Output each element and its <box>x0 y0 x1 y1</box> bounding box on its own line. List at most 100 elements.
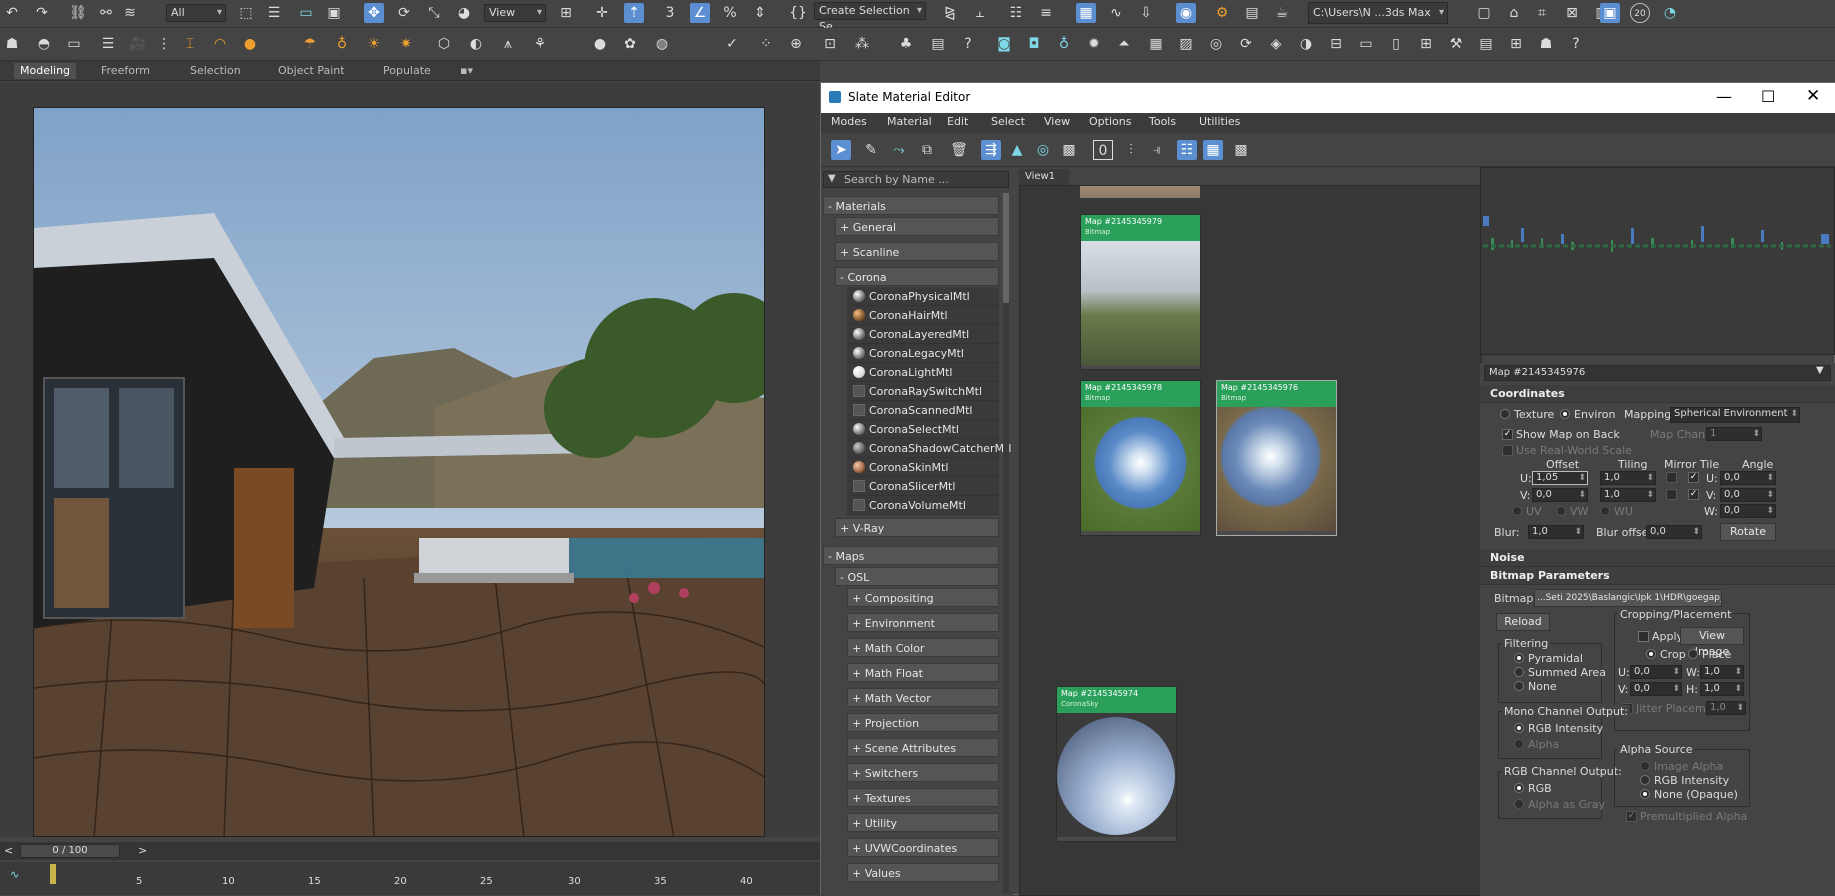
tab-freeform[interactable]: Freeform <box>101 63 150 79</box>
mirror-v-checkbox[interactable] <box>1666 489 1677 500</box>
show-map-on-back-checkbox[interactable]: ✓ <box>1502 429 1513 440</box>
category-uvw-coordinates[interactable]: + UVWCoordinates <box>847 838 999 857</box>
link-icon[interactable]: ⛓ <box>68 3 88 23</box>
corona-light-icon[interactable]: ☂ <box>300 34 320 54</box>
prev-frame-icon[interactable]: < <box>4 844 13 857</box>
wu-radio[interactable] <box>1600 506 1610 516</box>
filter-pyramidal-radio[interactable] <box>1514 653 1524 663</box>
edit-named-selections-icon[interactable]: {} <box>788 3 808 23</box>
container-icon[interactable]: ◓ <box>34 34 54 54</box>
sun-light-icon[interactable]: ● <box>240 34 260 54</box>
pine-icon[interactable]: ⏶ <box>1114 34 1134 54</box>
category-vray[interactable]: + V-Ray <box>835 518 999 537</box>
crop-w-spinner[interactable]: 1,0 <box>1700 665 1744 679</box>
project-folder-icon[interactable]: ▢ <box>1474 3 1494 23</box>
search-field[interactable]: ▼ Search by Name ... <box>823 171 1009 188</box>
category-math-color[interactable]: + Math Color <box>847 638 999 657</box>
tab-selection[interactable]: Selection <box>190 63 241 79</box>
select-by-name-icon[interactable]: ☰ <box>264 3 284 23</box>
mirror-icon[interactable]: ⧎ <box>940 3 960 23</box>
material-item[interactable]: CoronaSelectMtl <box>847 420 999 439</box>
rollout-bitmap-parameters[interactable]: Bitmap Parameters <box>1480 567 1835 585</box>
vw-radio[interactable] <box>1556 506 1566 516</box>
cam-b-icon[interactable]: ◘ <box>1024 34 1044 54</box>
rendered-frame-window-icon[interactable]: ▤ <box>1242 3 1262 23</box>
slots-icon[interactable]: ▯ <box>1386 34 1406 54</box>
render-production-icon[interactable]: ☕ <box>1272 3 1292 23</box>
category-switchers[interactable]: + Switchers <box>847 763 999 782</box>
rollout-coordinates[interactable]: Coordinates <box>1480 385 1835 403</box>
rgb-rgb-radio[interactable] <box>1514 783 1524 793</box>
show-map-in-viewport-icon[interactable]: ◎ <box>1033 140 1053 160</box>
maximize-icon[interactable]: ☐ <box>1761 87 1775 106</box>
scrollbar-thumb[interactable] <box>1003 193 1009 303</box>
alpha-image-radio[interactable] <box>1640 761 1650 771</box>
node-partial[interactable] <box>1080 186 1200 198</box>
pivot-center-icon[interactable]: ⊞ <box>556 3 576 23</box>
perspective-viewport[interactable] <box>33 107 765 837</box>
question-icon[interactable]: ? <box>958 34 978 54</box>
category-general[interactable]: + General <box>835 217 999 236</box>
select-tool-icon[interactable]: ➤ <box>831 140 851 160</box>
scene-explorer-icon[interactable]: ☷ <box>1006 3 1026 23</box>
unlink-icon[interactable]: ⚯ <box>96 3 116 23</box>
time-slider[interactable]: < 0 / 100 > <box>0 842 820 860</box>
category-projection[interactable]: + Projection <box>847 713 999 732</box>
ribbon-options-icon[interactable]: ▪▾ <box>460 63 473 79</box>
tile-icon[interactable]: ⊞ <box>1416 34 1436 54</box>
track-bar[interactable]: ∿ 5 10 15 20 25 30 35 40 <box>0 862 820 895</box>
frame-buffer-icon[interactable]: ▨ <box>1176 34 1196 54</box>
selection-filter-dropdown[interactable]: All <box>166 4 226 22</box>
mono-rgb-radio[interactable] <box>1514 723 1524 733</box>
assign-material-icon[interactable]: ⤳ <box>889 140 909 160</box>
category-corona[interactable]: - Corona <box>835 267 999 286</box>
redo-icon[interactable]: ↷ <box>32 3 52 23</box>
tripod-icon[interactable]: ⩚ <box>498 34 518 54</box>
render-setup-icon[interactable]: ⚙ <box>1212 3 1232 23</box>
category-scanline[interactable]: + Scanline <box>835 242 999 261</box>
frame-slider-thumb[interactable]: 0 / 100 <box>20 844 120 858</box>
material-item[interactable]: CoronaScannedMtl <box>847 401 999 420</box>
toggle-ribbon-icon[interactable]: ▦ <box>1076 3 1096 23</box>
category-materials[interactable]: - Materials <box>823 196 999 215</box>
crop-tool-icon[interactable]: ⌗ <box>1532 3 1552 23</box>
percent-snap-icon[interactable]: % <box>720 3 740 23</box>
keyboard-shortcut-override-icon[interactable]: ⇡ <box>624 3 644 23</box>
angle-v-spinner[interactable]: 0,0 <box>1720 488 1776 502</box>
select-object-icon[interactable]: ⬚ <box>236 3 256 23</box>
save-icon[interactable]: ▣ <box>1600 3 1620 23</box>
snapshot-icon[interactable]: ⊡ <box>820 34 840 54</box>
crop-v-spinner[interactable]: 0,0 <box>1630 682 1682 696</box>
mono-alpha-radio[interactable] <box>1514 739 1524 749</box>
render-elements-icon[interactable]: ▦ <box>1146 34 1166 54</box>
map-name-dropdown-icon[interactable]: ▼ <box>1816 365 1824 376</box>
material-item[interactable]: CoronaLayeredMtl <box>847 325 999 344</box>
crop-u-spinner[interactable]: 0,0 <box>1630 665 1682 679</box>
spinner-snap-icon[interactable]: ⇕ <box>750 3 770 23</box>
converter-b-icon[interactable]: ◑ <box>1296 34 1316 54</box>
crop-radio[interactable] <box>1646 649 1656 659</box>
crop-h-spinner[interactable]: 1,0 <box>1700 682 1744 696</box>
spot-light-icon[interactable]: ◠ <box>210 34 230 54</box>
converter-icon[interactable]: ◍ <box>652 34 672 54</box>
background-in-preview-icon[interactable]: ▩ <box>1059 140 1079 160</box>
reload-button[interactable]: Reload <box>1496 613 1550 631</box>
tile-u-checkbox[interactable]: ✓ <box>1688 472 1699 483</box>
tiling-u-spinner[interactable]: 1,0 <box>1600 471 1656 485</box>
material-editor-icon[interactable]: ◉ <box>1176 3 1196 23</box>
material-item[interactable]: CoronaPhysicalMtl <box>847 287 999 306</box>
bulb-icon[interactable]: ♁ <box>332 34 352 54</box>
pivot-icon[interactable]: ⊕ <box>786 34 806 54</box>
texture-radio[interactable] <box>1500 409 1510 419</box>
bitmap-path-button[interactable]: ...Seti 2025\Baslangic\Ipk 1\HDR\goegap_… <box>1534 589 1722 607</box>
material-item[interactable]: CoronaSkinMtl <box>847 458 999 477</box>
asset-tracking-icon[interactable]: ⊠ <box>1562 3 1582 23</box>
rollout-noise[interactable]: Noise <box>1480 549 1835 567</box>
sky-icon[interactable]: ✷ <box>396 34 416 54</box>
light-bulb-icon[interactable]: ♁ <box>1054 34 1074 54</box>
help-icon[interactable]: ◔ <box>1660 3 1680 23</box>
layout-all-icon[interactable]: 0 <box>1093 140 1113 160</box>
next-frame-icon[interactable]: > <box>138 844 147 857</box>
tab-object-paint[interactable]: Object Paint <box>278 63 345 79</box>
sphere-mat-icon[interactable]: ◐ <box>466 34 486 54</box>
